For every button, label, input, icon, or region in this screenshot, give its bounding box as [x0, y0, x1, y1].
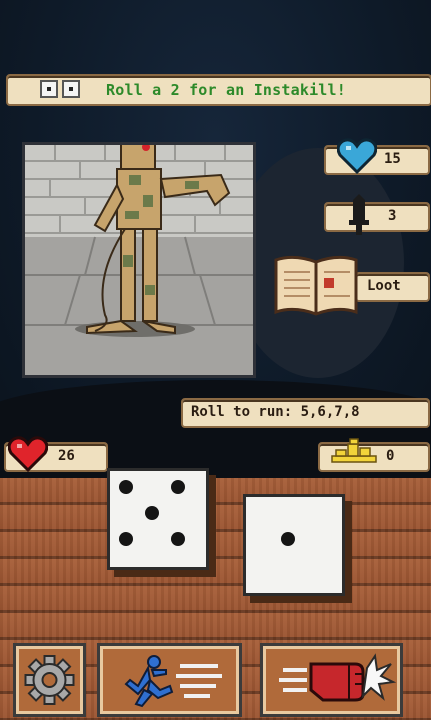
gold-coins-icon — [331, 438, 377, 463]
book-icon[interactable] — [272, 254, 360, 320]
instakill-banner: Roll a 2 for an Instakill! — [6, 74, 431, 106]
run-button[interactable] — [97, 643, 242, 717]
run-requirement-text: Roll to run: 5,6,7,8 — [191, 404, 360, 420]
instakill-text: Roll a 2 for an Instakill! — [106, 81, 346, 99]
monster-attack-value: 3 — [388, 208, 397, 224]
loot-plate: Loot — [355, 272, 430, 302]
monster-attack-plate: 3 — [324, 202, 430, 232]
monster-hp-value: 15 — [384, 151, 401, 167]
punch-icon — [279, 653, 397, 702]
blue-heart-icon — [337, 138, 377, 174]
running-man-icon — [124, 655, 222, 708]
settings-button[interactable] — [13, 643, 86, 717]
gold-value: 0 — [386, 448, 395, 464]
red-heart-icon — [8, 436, 48, 472]
mummy-icon — [25, 145, 253, 375]
monster-portrait — [22, 142, 256, 378]
die-one[interactable] — [107, 468, 209, 570]
gear-icon — [24, 655, 75, 705]
run-requirement-plate: Roll to run: 5,6,7,8 — [181, 398, 430, 428]
attack-button[interactable] — [260, 643, 403, 717]
sword-icon — [349, 194, 369, 235]
player-hp-value: 26 — [58, 448, 75, 464]
die-two[interactable] — [243, 494, 345, 596]
loot-label: Loot — [367, 278, 401, 294]
mini-die-icon — [40, 80, 58, 98]
mini-die-icon — [62, 80, 80, 98]
